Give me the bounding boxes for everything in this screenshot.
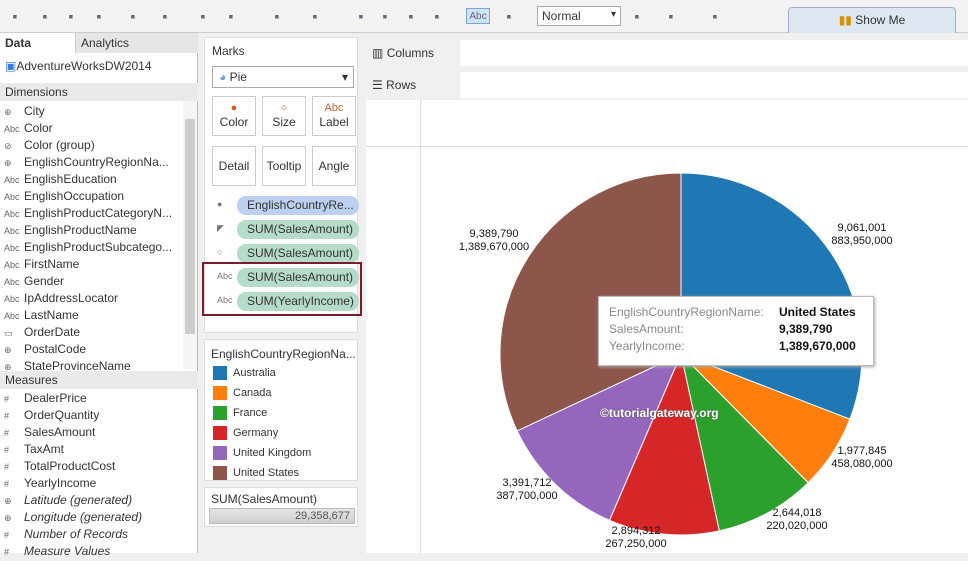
income-label: 1,389,670,000: [458, 241, 530, 253]
slice-label: 1,977,845 458,080,000: [817, 445, 907, 471]
sales-label: 2,644,018: [772, 507, 822, 519]
income-label: 220,020,000: [766, 520, 828, 532]
slice-label: 2,894,312 267,250,000: [591, 525, 681, 551]
income-label: 883,950,000: [831, 235, 893, 247]
tooltip-value: 9,389,790: [779, 322, 833, 336]
sales-label: 9,061,001: [837, 222, 887, 234]
watermark: ©tutorialgateway.org: [600, 406, 719, 420]
slice-label: 9,061,001 883,950,000: [817, 222, 907, 248]
sales-label: 1,977,845: [837, 445, 887, 457]
tooltip-value: United States: [779, 305, 856, 319]
sales-label: 2,894,312: [611, 525, 661, 537]
tooltip-row: EnglishCountryRegionName: United States: [609, 304, 863, 321]
tooltip-row: YearlyIncome: 1,389,670,000: [609, 338, 863, 355]
tooltip-value: 1,389,670,000: [779, 339, 856, 353]
tooltip-row: SalesAmount: 9,389,790: [609, 321, 863, 338]
tooltip-key: EnglishCountryRegionName:: [609, 305, 764, 319]
income-label: 387,700,000: [496, 490, 558, 502]
slice-label: 3,391,712 387,700,000: [482, 477, 572, 503]
tooltip-key: YearlyIncome:: [609, 339, 685, 353]
slice-label: 9,389,790 1,389,670,000: [449, 228, 539, 254]
tooltip: EnglishCountryRegionName: United States Sa…: [598, 296, 874, 366]
income-label: 458,080,000: [831, 458, 893, 470]
tooltip-key: SalesAmount:: [609, 322, 684, 336]
sales-label: 3,391,712: [502, 477, 552, 489]
slice-label: 2,644,018 220,020,000: [752, 507, 842, 533]
sales-label: 9,389,790: [469, 228, 519, 240]
income-label: 267,250,000: [605, 538, 667, 550]
